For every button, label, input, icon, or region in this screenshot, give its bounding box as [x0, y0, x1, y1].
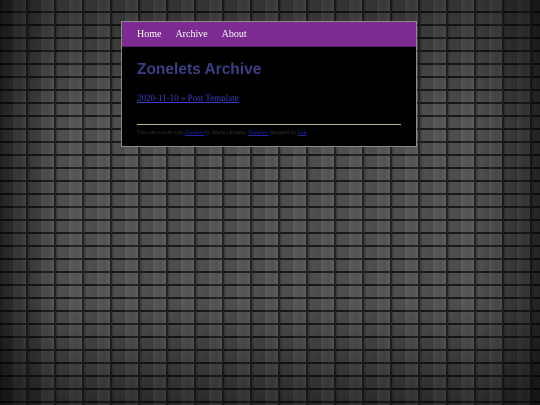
footer-text-mid2: designed by: [268, 130, 298, 136]
footer-divider: [137, 124, 401, 125]
footer-text-mid1: by Marina Kittaka.: [203, 130, 249, 136]
archive-post-link[interactable]: 2020-11-10 » Post Template: [137, 93, 239, 103]
page-container: Home Archive About Zonelets Archive 2020…: [121, 21, 417, 147]
footer-text-prefix: This site is built with: [137, 130, 185, 136]
footer-link-zonelets[interactable]: Zonelets: [185, 130, 204, 136]
page-title: Zonelets Archive: [137, 61, 262, 78]
footer-text-suffix: .: [306, 130, 308, 136]
nav-item-archive[interactable]: Archive: [175, 29, 207, 40]
footer-link-template[interactable]: Template: [248, 130, 268, 136]
main-content: Zonelets Archive 2020-11-10 » Post Templ…: [122, 47, 416, 137]
top-nav: Home Archive About: [122, 22, 416, 47]
nav-item-home[interactable]: Home: [137, 29, 161, 40]
footer-link-designer[interactable]: link: [298, 130, 307, 136]
nav-item-about[interactable]: About: [222, 29, 247, 40]
footer: This site is built with Zonelets by Mari…: [137, 130, 401, 137]
